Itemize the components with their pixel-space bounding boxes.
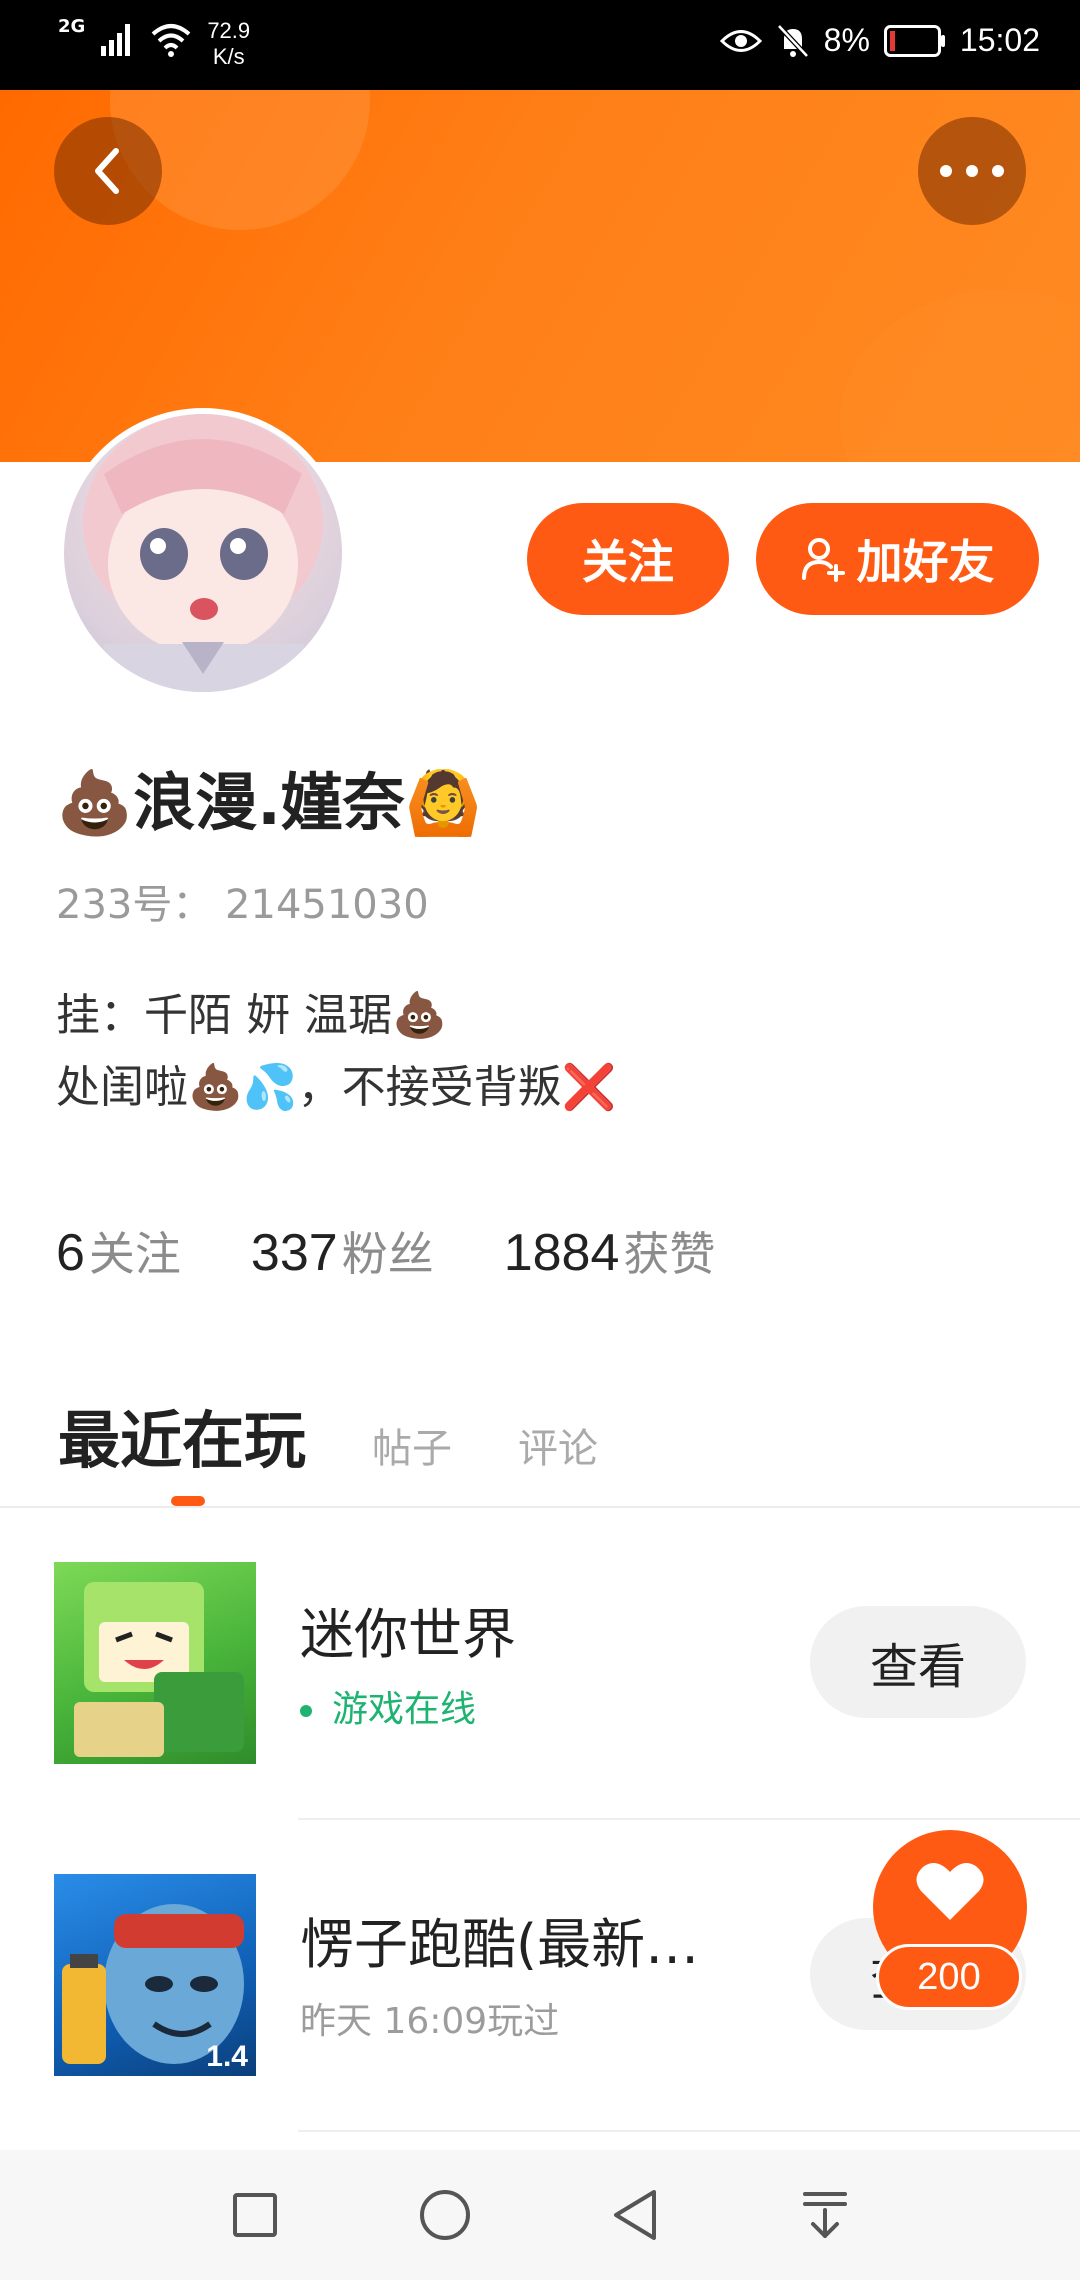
anime-girl-avatar-icon [83, 414, 323, 692]
active-tab-indicator [171, 1496, 205, 1506]
status-bar: 2G 72.9 K/s 8% 15:02 [0, 0, 1080, 90]
notification-pull-button[interactable] [785, 2175, 865, 2255]
stat-likes[interactable]: 1884获赞 [504, 1218, 716, 1284]
stat-likes-label: 获赞 [623, 1227, 716, 1281]
stat-fans-count: 337 [250, 1224, 338, 1282]
system-nav-bar [0, 2150, 1080, 2280]
banner-decoration [840, 290, 1080, 462]
profile-bio: 挂：千陌 姸 温琚💩 处闺啦💩💦，不接受背叛❌ [56, 980, 616, 1124]
stat-following-label: 关注 [88, 1227, 181, 1281]
mini-world-character-icon [74, 1582, 244, 1757]
profile-stats: 6关注 337粉丝 1884获赞 [56, 1218, 715, 1284]
follow-button[interactable]: 关注 [527, 503, 729, 615]
stat-following[interactable]: 6关注 [56, 1218, 181, 1284]
profile-id: 233号： 21451030 [56, 882, 429, 928]
stat-fans[interactable]: 337粉丝 [251, 1218, 434, 1284]
mini-world-thumbnail [54, 1562, 256, 1764]
back-nav-button[interactable] [595, 2175, 675, 2255]
divider [298, 1818, 1080, 1820]
game-last-played: 昨天 16:09玩过 [300, 2001, 560, 2042]
chevron-left-icon [95, 148, 119, 194]
game-status: 游戏在线 [300, 1680, 476, 1732]
profile-name: 💩浪漫.嫤奈🙆 [56, 766, 482, 839]
divider [298, 2130, 1080, 2132]
avatar-image [64, 414, 342, 692]
stat-likes-count: 1884 [503, 1224, 620, 1282]
mute-bell-icon [776, 23, 809, 58]
add-person-icon [801, 538, 845, 582]
signal-icon [101, 24, 131, 56]
bio-line: 挂：千陌 姸 温琚💩 [56, 990, 447, 1041]
follow-button-label: 关注 [582, 535, 674, 589]
network-type: 2G [58, 16, 86, 37]
tab-recently-played[interactable]: 最近在玩 [58, 1390, 306, 1480]
battery-icon [883, 24, 945, 57]
back-button[interactable] [54, 117, 162, 225]
clock: 15:02 [959, 22, 1040, 58]
avatar[interactable] [58, 408, 348, 698]
bio-line: 处闺啦💩💦，不接受背叛❌ [56, 1062, 617, 1113]
eye-icon [719, 29, 762, 52]
triangle-back-icon [614, 2190, 656, 2240]
tab-posts[interactable]: 帖子 [372, 1416, 452, 1474]
net-speed-value: 72.9 [207, 18, 251, 43]
wifi-icon [151, 24, 191, 57]
status-left: 2G 72.9 K/s [58, 18, 250, 70]
home-button[interactable] [405, 2175, 485, 2255]
list-item[interactable]: 迷你世界 游戏在线 查看 [0, 1510, 1080, 1820]
status-right: 8% 15:02 [719, 22, 1040, 59]
stat-following-count: 6 [56, 1224, 85, 1282]
add-friend-button-label: 加好友 [856, 535, 995, 589]
battery-percent: 8% [823, 22, 870, 58]
more-options-button[interactable] [918, 117, 1026, 225]
square-icon [233, 2193, 277, 2237]
game-status-text: 游戏在线 [332, 1689, 477, 1730]
game-title: 愣子跑酷(最新… [300, 1913, 700, 1976]
view-button[interactable]: 查看 [810, 1606, 1026, 1718]
online-dot-icon [300, 1705, 312, 1717]
version-badge: 1.4 [206, 2040, 248, 2073]
circle-icon [420, 2190, 470, 2240]
tab-comments[interactable]: 评论 [518, 1416, 598, 1474]
game-title: 迷你世界 [300, 1603, 516, 1666]
recent-apps-button[interactable] [215, 2175, 295, 2255]
stat-fans-label: 粉丝 [341, 1227, 434, 1281]
pull-down-icon [803, 2192, 847, 2238]
profile-banner [0, 90, 1080, 462]
net-speed: 72.9 K/s [207, 18, 250, 70]
add-friend-button[interactable]: 加好友 [756, 503, 1039, 615]
more-dots-icon [940, 165, 1004, 177]
runner-thumbnail: 1.4 [54, 1874, 256, 2076]
heart-icon [916, 1863, 984, 1920]
divider [0, 1506, 1080, 1508]
like-count: 200 [876, 1944, 1022, 2010]
net-speed-unit: K/s [212, 44, 245, 69]
profile-tabs: 最近在玩 帖子 评论 [58, 1390, 598, 1480]
